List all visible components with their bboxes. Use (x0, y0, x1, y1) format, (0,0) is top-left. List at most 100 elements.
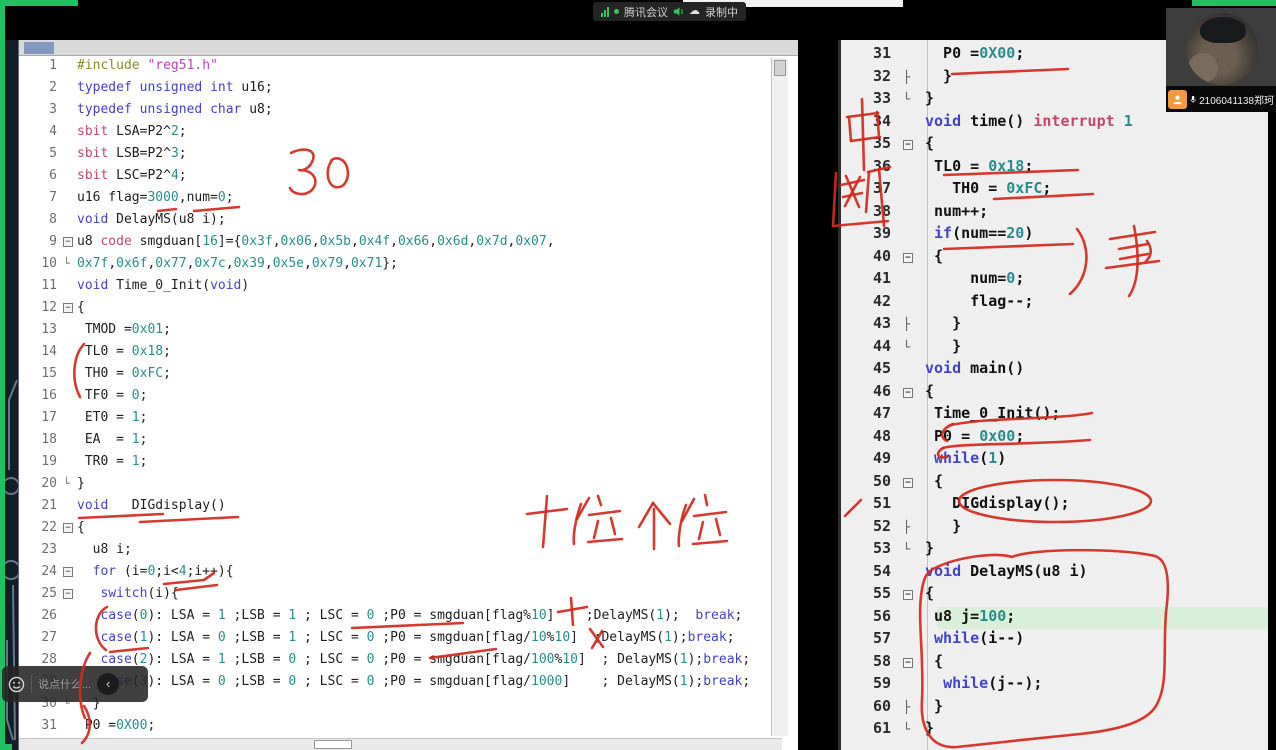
window-titlebar[interactable] (19, 40, 798, 56)
webcam-tile[interactable]: 2106041138郑珂 (1166, 8, 1276, 112)
fold-marker: └ (903, 92, 925, 106)
line-number: 41 (841, 269, 903, 287)
line-number: 40 (841, 247, 903, 265)
fold-marker[interactable]: − (903, 137, 925, 151)
divider (31, 675, 32, 693)
fold-marker[interactable]: − (903, 655, 925, 669)
emoji-icon[interactable] (8, 676, 25, 693)
code-text: P0 =0X00; (77, 718, 155, 733)
code-text: } (925, 719, 934, 737)
code-text: } (925, 697, 943, 715)
collapse-chevron-icon[interactable]: ‹ (97, 673, 119, 695)
code-line: 17 ET0 = 1; (19, 410, 769, 432)
vertical-scrollbar-thumb[interactable] (774, 60, 786, 76)
code-text: TL0 = 0x18; (925, 157, 1033, 175)
fold-marker: └ (903, 542, 925, 556)
fold-marker[interactable]: − (63, 587, 77, 600)
fold-marker[interactable]: − (63, 301, 77, 314)
chat-input-placeholder[interactable]: 说点什么... (38, 676, 91, 692)
line-number: 58 (841, 652, 903, 670)
code-line: 45void main() (841, 359, 1268, 382)
code-text: TMOD =0x01; (77, 322, 171, 337)
code-text: u16 flag=3000,num=0; (77, 190, 234, 205)
share-border-bottom-left (0, 744, 12, 750)
fold-marker[interactable]: − (903, 475, 925, 489)
code-line: 21void DIGdisplay() (19, 498, 769, 520)
horizontal-scrollbar[interactable] (19, 738, 782, 750)
code-line: 38 num++; (841, 202, 1268, 225)
code-editor-left-pane[interactable]: 1#include "reg51.h"2typedef unsigned int… (18, 40, 798, 750)
code-line: 52├ } (841, 517, 1268, 540)
line-number: 14 (19, 344, 63, 359)
line-number: 12 (19, 300, 63, 315)
code-line: 61└} (841, 719, 1268, 742)
code-line: 5sbit LSB=P2^3; (19, 146, 769, 168)
code-text: } (925, 539, 934, 557)
avatar-cap (1200, 17, 1246, 43)
code-text: num=0; (925, 269, 1024, 287)
fold-marker: ├ (903, 520, 925, 534)
code-text: u8 code smgduan[16]={0x3f,0x06,0x5b,0x4f… (77, 234, 555, 249)
fold-marker: └ (63, 257, 77, 270)
line-number: 18 (19, 432, 63, 447)
code-line: 20└} (19, 476, 769, 498)
code-line: 59 while(j--); (841, 674, 1268, 697)
code-line: 23 u8 i; (19, 542, 769, 564)
code-text: void Time_0_Init(void) (77, 278, 249, 293)
code-line: 26 case(0): LSA = 1 ;LSB = 1 ; LSC = 0 ;… (19, 608, 769, 630)
line-number: 45 (841, 359, 903, 377)
fold-marker[interactable]: − (63, 521, 77, 534)
line-number: 61 (841, 719, 903, 737)
code-line: 36 TL0 = 0x18; (841, 157, 1268, 180)
line-number: 51 (841, 494, 903, 512)
code-text: { (925, 134, 934, 152)
line-number: 24 (19, 564, 63, 579)
line-number: 38 (841, 202, 903, 220)
vertical-scrollbar[interactable] (771, 58, 788, 736)
horizontal-scrollbar-thumb[interactable] (314, 740, 352, 749)
fold-marker: └ (63, 477, 77, 490)
connection-dot-icon (614, 9, 619, 14)
code-line: 31 P0 =0X00; (19, 718, 769, 738)
fold-marker[interactable]: − (903, 385, 925, 399)
code-line: 39 if(num==20) (841, 224, 1268, 247)
line-number: 27 (19, 630, 63, 645)
recording-label: 录制中 (705, 4, 738, 20)
line-number: 10 (19, 256, 63, 271)
code-line: 18 EA = 1; (19, 432, 769, 454)
code-area-right[interactable]: 31 P0 =0X00;32├ }33└}34void time() inter… (841, 44, 1268, 748)
fold-marker: ├ (903, 70, 925, 84)
code-text: case(0): LSA = 1 ;LSB = 1 ; LSC = 0 ;P0 … (77, 608, 742, 623)
code-text: TH0 = 0xFC; (925, 179, 1051, 197)
chat-quick-bar[interactable]: 说点什么... ‹ (2, 666, 148, 702)
line-number: 13 (19, 322, 63, 337)
line-number: 21 (19, 498, 63, 513)
fold-marker[interactable]: − (903, 250, 925, 264)
code-editor-right-pane[interactable]: 31 P0 =0X00;32├ }33└}34void time() inter… (838, 40, 1268, 750)
code-line: 44└ } (841, 337, 1268, 360)
fold-marker[interactable]: − (903, 587, 925, 601)
fold-marker: └ (903, 722, 925, 736)
participant-badge: 2106041138郑珂 (1166, 86, 1276, 112)
fold-marker[interactable]: − (63, 565, 77, 578)
line-number: 33 (841, 89, 903, 107)
line-number: 8 (19, 212, 63, 227)
fold-marker[interactable]: − (63, 235, 77, 248)
code-text: { (925, 472, 943, 490)
window-tab[interactable] (24, 42, 54, 54)
share-border-top-right (1192, 0, 1276, 6)
code-text: TR0 = 1; (77, 454, 147, 469)
code-line: 57 while(i--) (841, 629, 1268, 652)
code-line: 40− { (841, 247, 1268, 270)
code-text: P0 = 0x00; (925, 427, 1024, 445)
code-area-left[interactable]: 1#include "reg51.h"2typedef unsigned int… (19, 58, 769, 738)
line-number: 11 (19, 278, 63, 293)
meeting-status-pill[interactable]: 腾讯会议 ☁ 录制中 (593, 2, 746, 21)
code-line: 24− for (i=0;i<4;i++){ (19, 564, 769, 586)
code-text: flag--; (925, 292, 1033, 310)
code-line: 13 TMOD =0x01; (19, 322, 769, 344)
avatar-detail (1188, 53, 1218, 83)
code-line: 46−{ (841, 382, 1268, 405)
share-border-left (0, 0, 5, 750)
code-text: TL0 = 0x18; (77, 344, 171, 359)
